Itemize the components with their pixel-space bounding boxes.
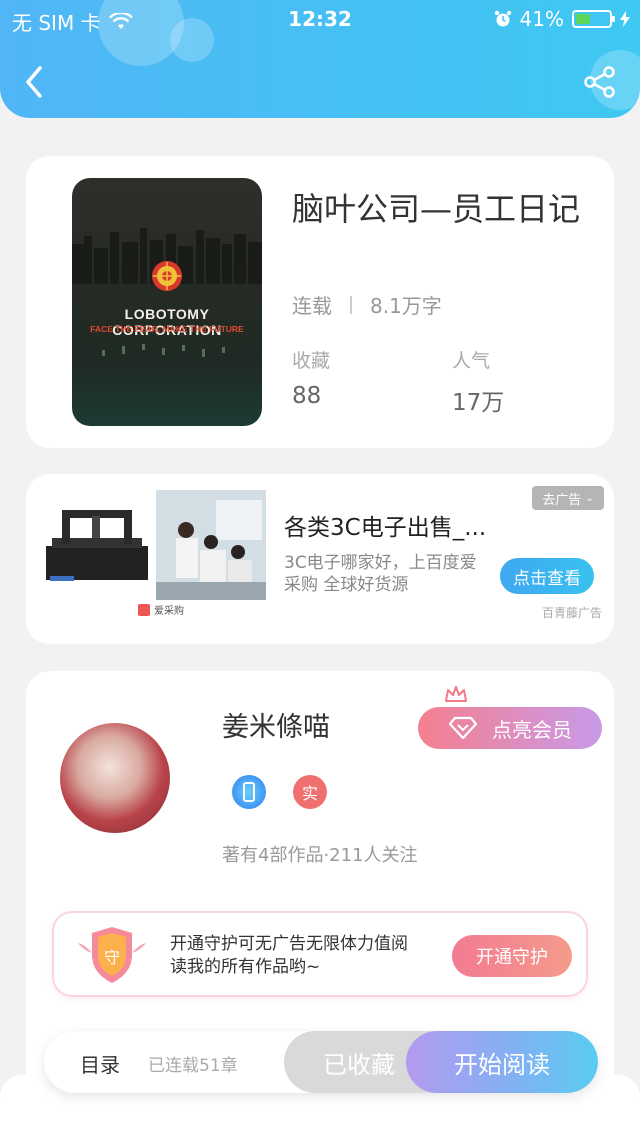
book-meta: 连载 8.1万字 bbox=[292, 290, 442, 319]
book-info-card: LOBOTOMY CORPORATION FACE THE FEAR, MAKE… bbox=[26, 156, 614, 448]
battery-icon bbox=[572, 10, 615, 28]
real-name-badge: 实 bbox=[293, 775, 327, 809]
remove-ad-button[interactable]: 去广告 ⌄ bbox=[532, 486, 604, 510]
divider bbox=[350, 295, 352, 314]
ad-description: 3C电子哪家好，上百度爱采购 全球好货源 bbox=[284, 553, 477, 595]
vip-button[interactable]: 点亮会员 bbox=[418, 707, 602, 749]
author-info: 著有4部作品·211人关注 bbox=[222, 845, 418, 866]
bottom-action-bar: 目录 已连载51章 已收藏 开始阅读 bbox=[44, 1031, 598, 1093]
guard-banner: 守 开通守护可无广告无限体力值阅读我的所有作品哟~ 开通守护 bbox=[52, 911, 588, 997]
ad-source: 百青藤广告 bbox=[541, 606, 602, 620]
stat-value: 17万 bbox=[452, 390, 505, 416]
chapter-count: 已连载51章 bbox=[148, 1056, 238, 1076]
book-stats: 收藏 88 人气 17万 bbox=[292, 346, 612, 417]
header: 无 SIM 卡 12:32 41% bbox=[0, 0, 640, 118]
alarm-icon bbox=[494, 10, 511, 27]
brand-label: 爱采购 bbox=[154, 606, 184, 617]
status-bar: 无 SIM 卡 12:32 41% bbox=[0, 0, 640, 40]
guard-icon-text: 守 bbox=[104, 948, 120, 967]
stat-popularity: 人气 17万 bbox=[452, 346, 612, 417]
book-title: 脑叶公司—员工日记 bbox=[292, 190, 581, 228]
status-right: 41% bbox=[494, 7, 630, 31]
avatar[interactable] bbox=[60, 723, 170, 833]
charging-icon bbox=[620, 11, 630, 27]
author-name[interactable]: 姜米條喵 bbox=[222, 705, 330, 744]
ad-image-machine[interactable] bbox=[42, 490, 152, 600]
battery-percent: 41% bbox=[519, 7, 564, 31]
stat-label: 收藏 bbox=[292, 350, 331, 372]
vip-label: 点亮会员 bbox=[492, 717, 572, 742]
share-button[interactable] bbox=[582, 64, 618, 100]
ad-title: 各类3C电子出售_... bbox=[284, 515, 487, 541]
diamond-icon bbox=[448, 716, 478, 740]
shield-icon: 守 bbox=[78, 927, 146, 983]
crown-icon bbox=[445, 686, 467, 702]
stat-label: 人气 bbox=[452, 350, 491, 372]
toc-button[interactable]: 目录 bbox=[80, 1049, 120, 1078]
ad-view-button[interactable]: 点击查看 bbox=[500, 558, 594, 594]
city-skyline-graphic bbox=[72, 228, 262, 357]
word-count: 8.1万字 bbox=[370, 294, 442, 318]
ad-image-workers[interactable] bbox=[156, 490, 266, 600]
serial-status: 连载 bbox=[292, 294, 332, 318]
open-guard-button[interactable]: 开通守护 bbox=[452, 935, 572, 977]
ad-card[interactable]: 爱采购 各类3C电子出售_... 3C电子哪家好，上百度爱采购 全球好货源 点击… bbox=[26, 474, 614, 644]
start-reading-button[interactable]: 开始阅读 bbox=[406, 1031, 598, 1093]
cover-subtitle: FACE THE FEAR, MAKE THE FUTURE bbox=[90, 324, 244, 334]
machine-graphic bbox=[46, 510, 148, 581]
chevron-down-icon: ⌄ bbox=[585, 492, 594, 504]
stat-favorites: 收藏 88 bbox=[292, 346, 452, 417]
brand-logo-icon bbox=[138, 603, 150, 616]
workers-graphic bbox=[156, 490, 266, 600]
guard-text: 开通守护可无广告无限体力值阅读我的所有作品哟~ bbox=[170, 934, 408, 977]
book-cover[interactable]: LOBOTOMY CORPORATION FACE THE FEAR, MAKE… bbox=[72, 178, 262, 426]
back-button[interactable] bbox=[20, 62, 50, 102]
share-icon bbox=[584, 66, 615, 98]
remove-ad-label: 去广告 bbox=[542, 492, 582, 508]
stat-value: 88 bbox=[292, 383, 322, 409]
chevron-left-icon bbox=[26, 66, 42, 98]
phone-verified-icon bbox=[232, 775, 266, 809]
ad-brand-badge: 爱采购 bbox=[138, 602, 184, 617]
